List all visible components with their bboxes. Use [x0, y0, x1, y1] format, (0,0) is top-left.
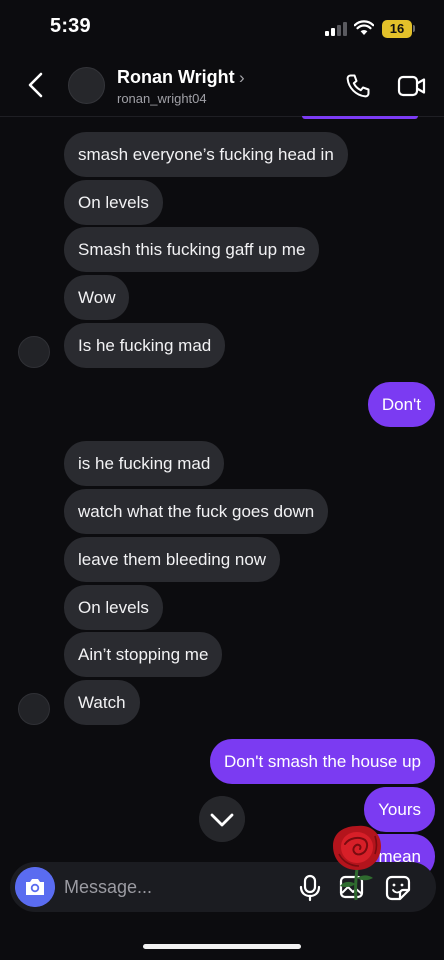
video-camera-icon[interactable]: [397, 72, 427, 100]
status-bar: 5:39 16: [0, 0, 444, 56]
battery-level: 16: [382, 20, 412, 38]
phone-icon[interactable]: [344, 72, 372, 100]
chevron-down-icon[interactable]: [199, 796, 245, 842]
contact-username[interactable]: ronan_wright04: [117, 91, 207, 106]
wifi-icon: [354, 20, 374, 35]
sender-avatar[interactable]: [18, 693, 50, 725]
status-time: 5:39: [50, 15, 91, 37]
microphone-icon[interactable]: [297, 874, 323, 902]
sticker-icon[interactable]: [384, 874, 412, 902]
sender-avatar[interactable]: [18, 336, 50, 368]
cellular-signal-icon: [325, 22, 347, 36]
chevron-right-icon[interactable]: ›: [239, 68, 245, 88]
message-outgoing[interactable]: Don't: [367, 382, 435, 427]
rose-sticker-icon: [333, 825, 381, 901]
battery-tip: [413, 25, 415, 32]
message-incoming[interactable]: Wow: [64, 275, 130, 320]
message-incoming[interactable]: Is he fucking mad: [64, 323, 226, 368]
message-incoming[interactable]: Watch: [64, 680, 140, 725]
partial-outgoing-bubble: [302, 116, 418, 119]
message-incoming[interactable]: smash everyone’s fucking head in: [64, 132, 348, 177]
camera-icon[interactable]: [15, 867, 55, 907]
message-input[interactable]: [64, 862, 284, 912]
message-incoming[interactable]: Smash this fucking gaff up me: [64, 227, 320, 272]
message-incoming[interactable]: Ain’t stopping me: [64, 632, 223, 677]
chevron-left-icon[interactable]: [22, 70, 52, 100]
message-incoming[interactable]: On levels: [64, 585, 163, 630]
chat-header: Ronan Wright › ronan_wright04: [0, 56, 444, 116]
message-incoming[interactable]: On levels: [64, 180, 163, 225]
contact-avatar[interactable]: [68, 67, 105, 104]
contact-name[interactable]: Ronan Wright: [117, 67, 235, 88]
message-outgoing[interactable]: Don't smash the house up: [210, 739, 435, 784]
home-indicator[interactable]: [143, 944, 301, 949]
message-incoming[interactable]: watch what the fuck goes down: [64, 489, 329, 534]
message-incoming[interactable]: is he fucking mad: [64, 441, 225, 486]
message-incoming[interactable]: leave them bleeding now: [64, 537, 281, 582]
